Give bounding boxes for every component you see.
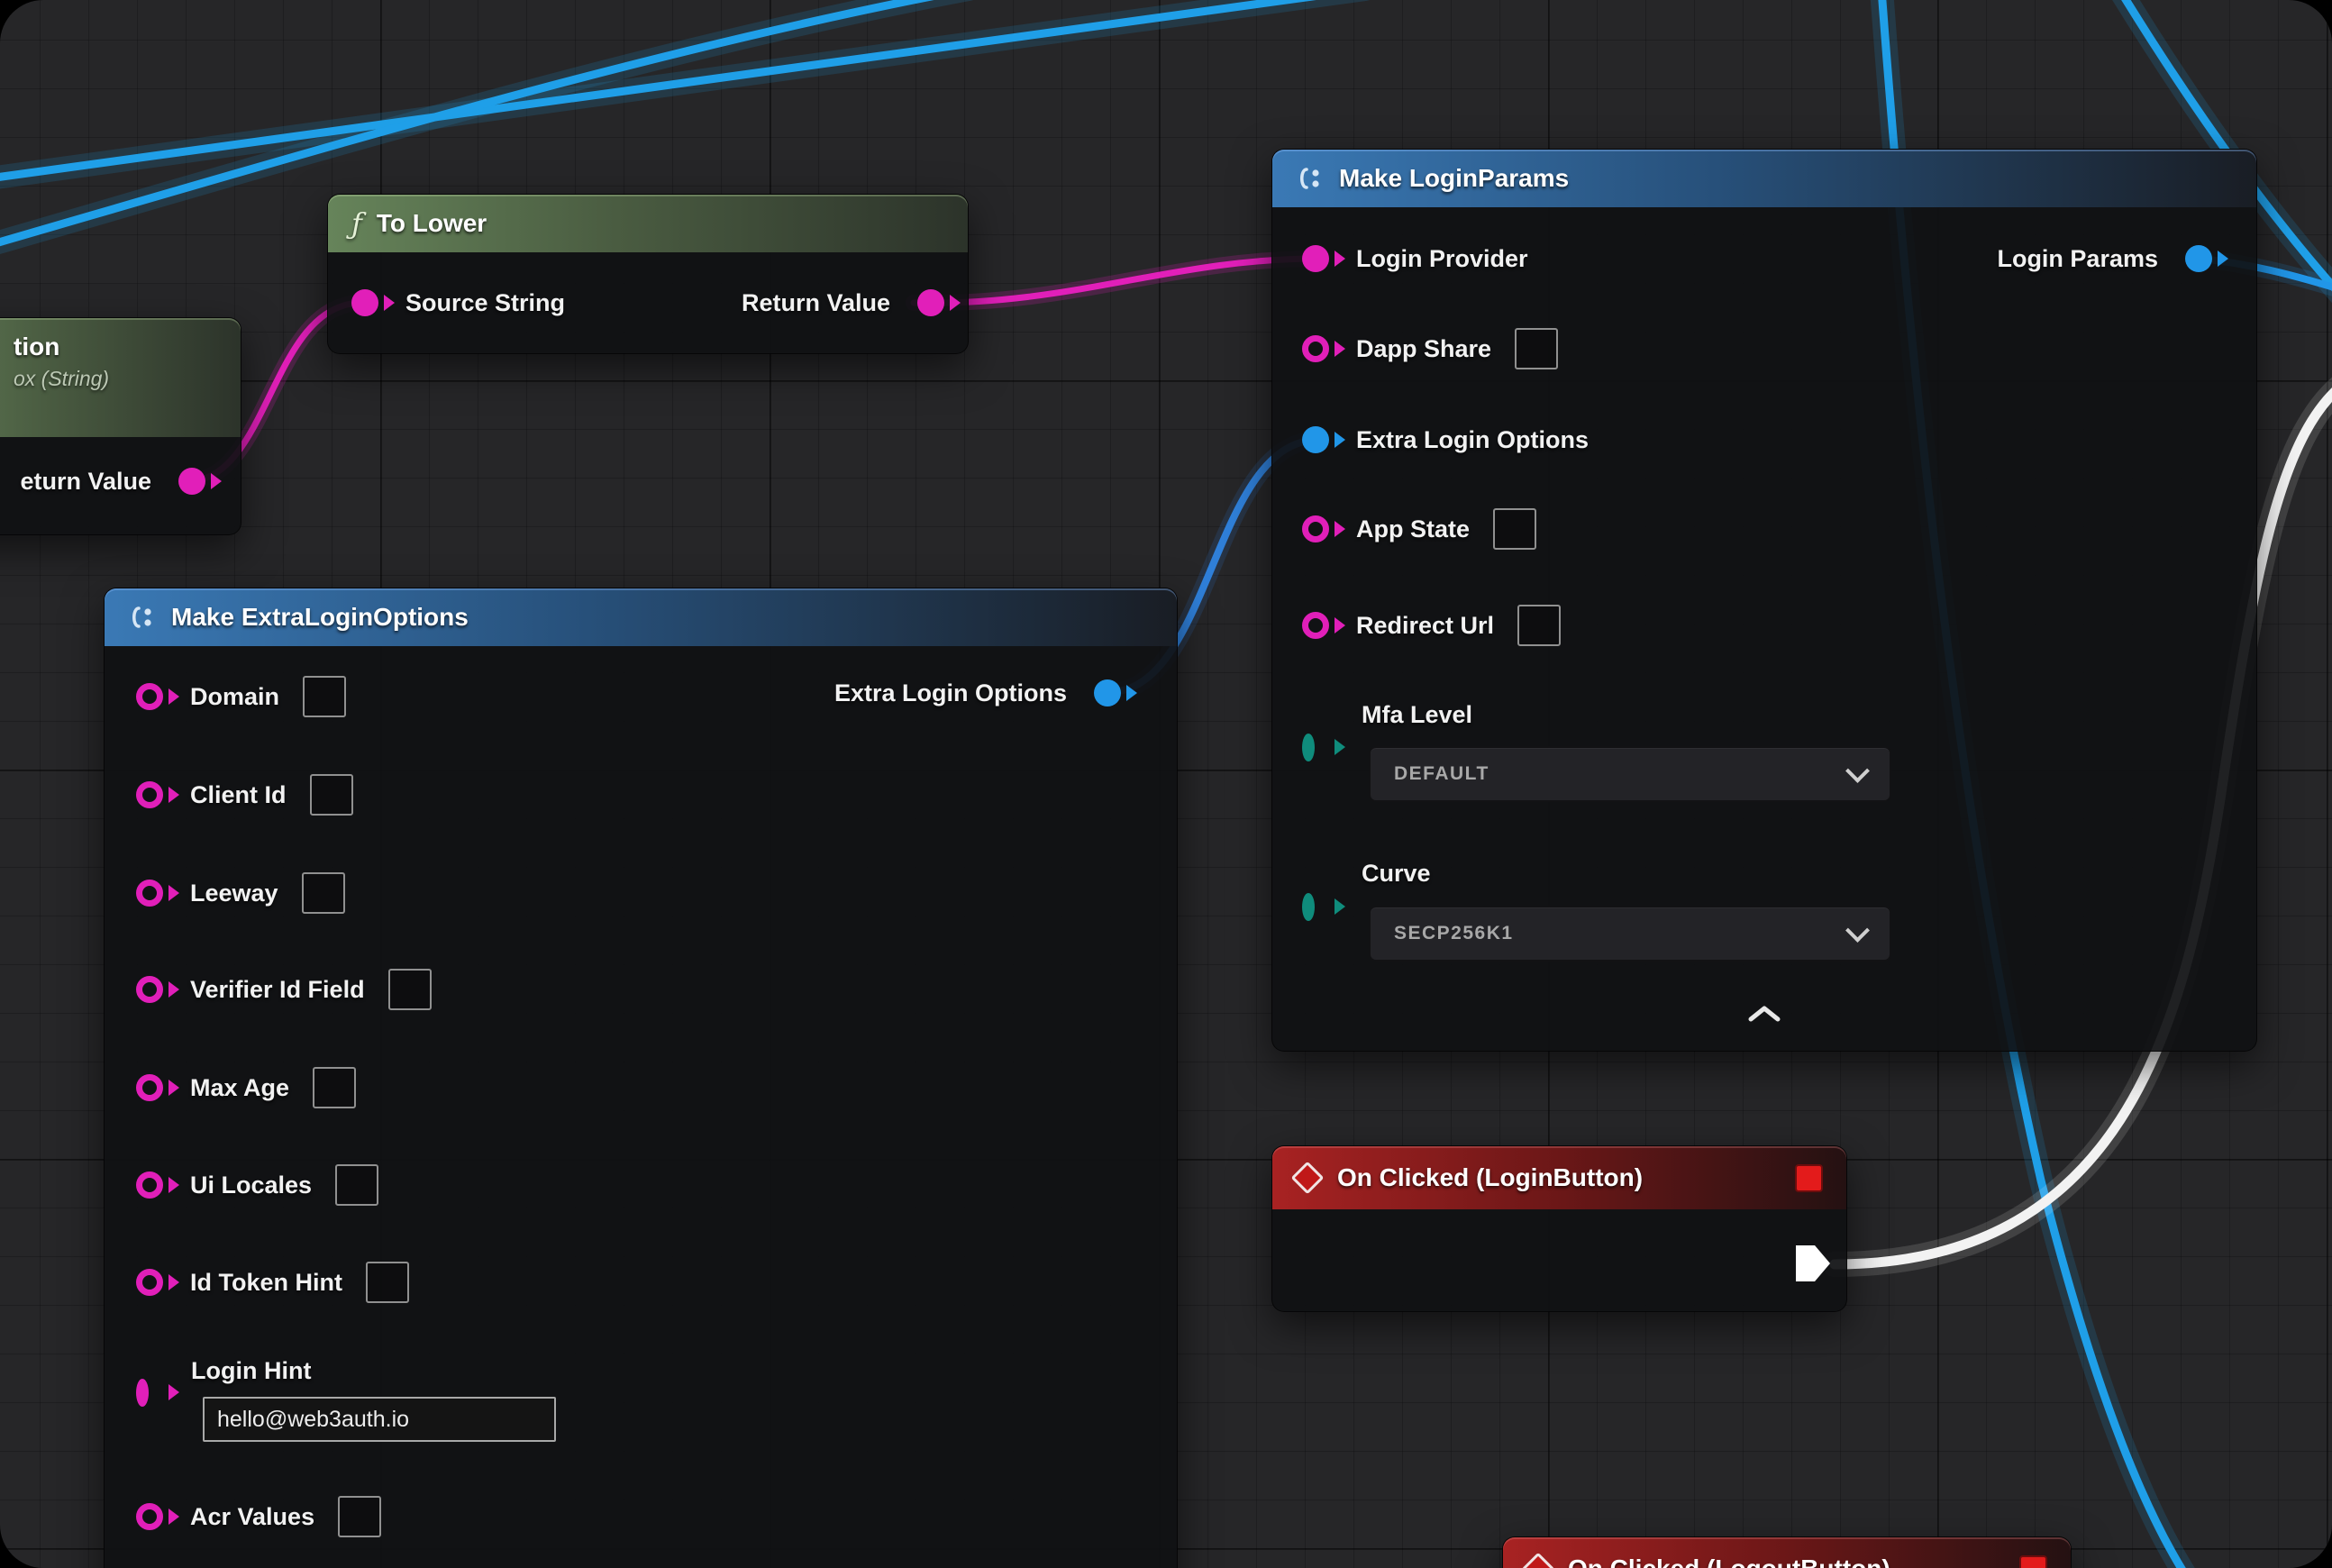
pin-label: App State <box>1356 515 1470 543</box>
redirect-url-pin[interactable] <box>1302 612 1329 639</box>
login-hint-pin[interactable] <box>136 1379 149 1407</box>
app-state-pin[interactable] <box>1302 515 1329 542</box>
leeway-pin[interactable] <box>136 880 163 907</box>
pin-label: Return Value <box>742 289 890 317</box>
ui-locales-pin[interactable] <box>136 1171 163 1199</box>
pin-label: Extra Login Options <box>834 679 1067 707</box>
exec-out-pin[interactable] <box>1796 1245 1830 1281</box>
wire-tolower-to-login-provider[interactable] <box>914 259 1317 303</box>
login-params-out-pin[interactable] <box>2185 245 2212 272</box>
node-make-login-params[interactable]: Make LoginParams Login Params Login Prov… <box>1271 149 2257 1052</box>
max-age-checkbox[interactable] <box>313 1067 356 1108</box>
pin-label: Verifier Id Field <box>190 976 365 1004</box>
verifier-id-field-pin[interactable] <box>136 976 163 1003</box>
dapp-share-checkbox[interactable] <box>1515 328 1558 369</box>
mfa-level-pin[interactable] <box>1302 734 1315 761</box>
blueprint-editor: tion ox (String) eturn Value ƒ To Lower … <box>0 0 2332 1568</box>
domain-checkbox[interactable] <box>303 676 346 717</box>
delegate-output-icon[interactable] <box>2019 1555 2047 1568</box>
event-diamond-icon <box>1522 1553 1555 1568</box>
node-header[interactable]: On Clicked (LogoutButton) <box>1503 1537 2071 1568</box>
pin-label: Ui Locales <box>190 1171 312 1199</box>
node-title: On Clicked (LogoutButton) <box>1568 1554 1890 1568</box>
wire-cyan-top-a[interactable] <box>0 0 1365 178</box>
return-value-pin[interactable] <box>917 289 944 316</box>
delegate-output-icon[interactable] <box>1795 1164 1823 1192</box>
pin-label: Login Provider <box>1356 245 1528 273</box>
pin-label: Client Id <box>190 781 287 809</box>
acr-values-pin[interactable] <box>136 1503 163 1530</box>
id-token-hint-checkbox[interactable] <box>366 1262 409 1303</box>
node-header[interactable]: On Clicked (LoginButton) <box>1272 1146 1846 1209</box>
node-title: tion <box>14 333 217 361</box>
function-icon: ƒ <box>351 206 362 241</box>
pin-label: Redirect Url <box>1356 612 1494 640</box>
curve-label: Curve <box>1362 860 1431 888</box>
node-to-lower[interactable]: ƒ To Lower Source String Return Value <box>327 194 969 354</box>
chevron-down-icon <box>1845 759 1870 783</box>
leeway-checkbox[interactable] <box>302 872 345 914</box>
dapp-share-pin[interactable] <box>1302 335 1329 362</box>
node-partial-function[interactable]: tion ox (String) eturn Value <box>0 317 241 535</box>
pin-label: Extra Login Options <box>1356 426 1589 454</box>
chevron-down-icon <box>1845 918 1870 943</box>
pin-label: Domain <box>190 683 279 711</box>
curve-pin[interactable] <box>1302 893 1315 921</box>
login-hint-label: Login Hint <box>191 1357 311 1385</box>
node-header[interactable]: tion ox (String) <box>0 318 241 437</box>
node-header[interactable]: Make ExtraLoginOptions <box>105 588 1177 646</box>
make-struct-icon <box>128 603 157 632</box>
dropdown-value: DEFAULT <box>1394 763 1489 785</box>
ui-locales-checkbox[interactable] <box>335 1164 378 1206</box>
return-value-pin[interactable] <box>178 468 205 495</box>
pin-label: Leeway <box>190 880 278 907</box>
node-header[interactable]: Make LoginParams <box>1272 150 2256 207</box>
mfa-level-dropdown[interactable]: DEFAULT <box>1369 746 1891 802</box>
node-header[interactable]: ƒ To Lower <box>328 195 968 252</box>
client-id-checkbox[interactable] <box>310 774 353 816</box>
event-diamond-icon <box>1291 1162 1325 1195</box>
extra-login-options-out-pin[interactable] <box>1094 679 1121 707</box>
client-id-pin[interactable] <box>136 781 163 808</box>
login-hint-input[interactable] <box>203 1397 556 1442</box>
verifier-id-field-checkbox[interactable] <box>388 969 432 1010</box>
dropdown-value: SECP256K1 <box>1394 923 1514 944</box>
node-title: On Clicked (LoginButton) <box>1337 1163 1643 1192</box>
node-on-clicked-login-button[interactable]: On Clicked (LoginButton) <box>1271 1145 1847 1312</box>
make-struct-icon <box>1296 164 1325 193</box>
graph-canvas[interactable]: tion ox (String) eturn Value ƒ To Lower … <box>0 0 2332 1568</box>
node-title: Make LoginParams <box>1339 164 1569 193</box>
pin-label: Source String <box>405 289 565 317</box>
mfa-level-label: Mfa Level <box>1362 701 1472 729</box>
node-title: To Lower <box>377 209 487 238</box>
collapse-advanced-button[interactable] <box>1746 1004 1782 1028</box>
node-subtitle: ox (String) <box>14 367 217 391</box>
pin-label: Id Token Hint <box>190 1269 342 1297</box>
id-token-hint-pin[interactable] <box>136 1269 163 1296</box>
app-state-checkbox[interactable] <box>1493 508 1536 550</box>
extra-login-options-pin[interactable] <box>1302 426 1329 453</box>
pin-label: eturn Value <box>20 468 151 496</box>
pin-label: Max Age <box>190 1074 289 1102</box>
source-string-pin[interactable] <box>351 289 378 316</box>
redirect-url-checkbox[interactable] <box>1517 605 1561 646</box>
chevron-up-icon <box>1746 1004 1782 1024</box>
curve-dropdown[interactable]: SECP256K1 <box>1369 906 1891 962</box>
login-provider-pin[interactable] <box>1302 245 1329 272</box>
node-on-clicked-logout-button[interactable]: On Clicked (LogoutButton) <box>1502 1536 2072 1568</box>
acr-values-checkbox[interactable] <box>338 1496 381 1537</box>
node-make-extra-login-options[interactable]: Make ExtraLoginOptions Extra Login Optio… <box>104 588 1178 1568</box>
max-age-pin[interactable] <box>136 1074 163 1101</box>
pin-label: Acr Values <box>190 1503 314 1531</box>
pin-label: Dapp Share <box>1356 335 1491 363</box>
node-title: Make ExtraLoginOptions <box>171 603 469 632</box>
pin-label: Login Params <box>1997 245 2158 273</box>
domain-pin[interactable] <box>136 683 163 710</box>
